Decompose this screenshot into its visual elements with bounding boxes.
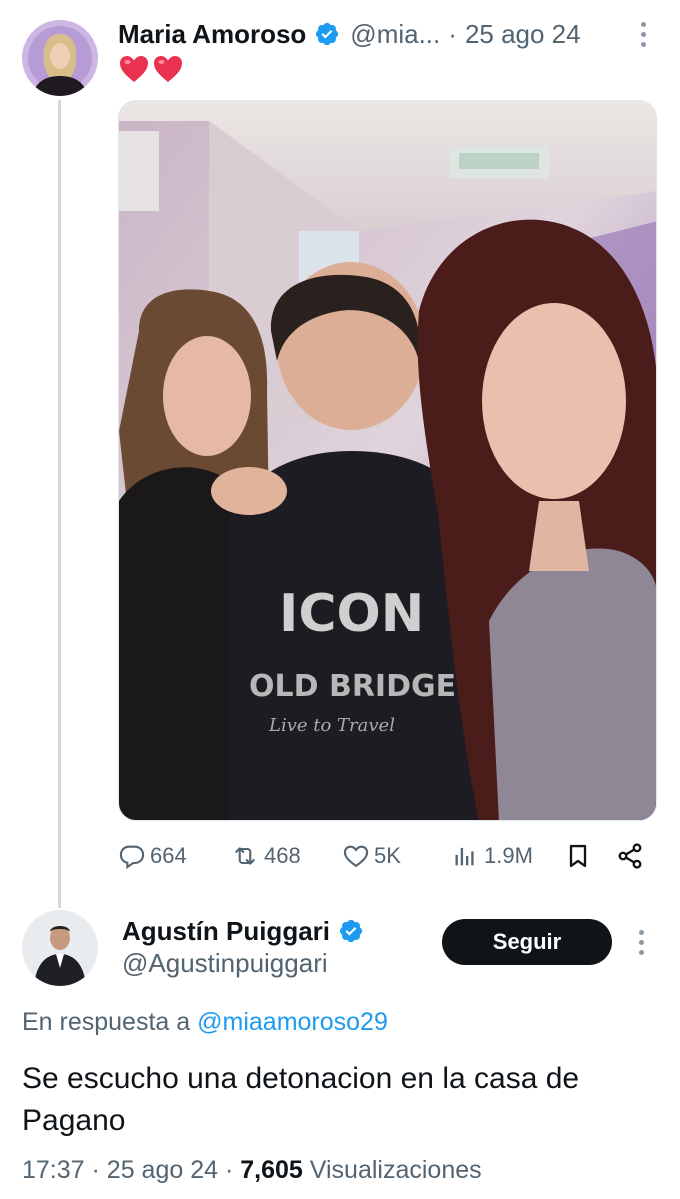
- comment-icon: [119, 845, 145, 870]
- bookmark-icon: [569, 844, 587, 868]
- views-action[interactable]: 1.9M: [452, 836, 533, 876]
- tweet-date[interactable]: 25 ago 24: [465, 19, 581, 50]
- svg-text:Live to Travel: Live to Travel: [268, 715, 395, 736]
- bookmark-action[interactable]: [564, 836, 592, 876]
- heart-emoji-icon: [120, 56, 148, 82]
- heart-emoji-icon: [154, 56, 182, 82]
- svg-text:OLD BRIDGE: OLD BRIDGE: [249, 669, 456, 704]
- reply-meta: 17:37 · 25 ago 24 · 7,605 Visualizacione…: [22, 1156, 482, 1185]
- separator-dot: ·: [448, 18, 457, 49]
- follow-button[interactable]: Seguir: [442, 919, 612, 965]
- thread-connector-line: [58, 100, 61, 908]
- separator-dot: ·: [91, 1156, 100, 1184]
- tweet-photo[interactable]: ICON OLD BRIDGE Live to Travel: [118, 100, 657, 821]
- share-icon: [618, 843, 642, 869]
- like-count: 5K: [374, 843, 401, 868]
- reply-author-row: Agustín Puiggari: [122, 912, 364, 950]
- bar-chart-icon: [455, 847, 474, 866]
- more-dots-icon[interactable]: [626, 926, 656, 958]
- verified-badge-icon: [339, 919, 363, 943]
- verified-badge-icon: [316, 22, 339, 46]
- tweet-header: Maria Amoroso @mia... · 25 ago 24: [118, 14, 658, 54]
- separator-dot: ·: [224, 1156, 234, 1184]
- tweet-actions-bar: 664 468 5K 1.9M: [118, 836, 648, 876]
- svg-text:ICON: ICON: [279, 584, 424, 644]
- reply-count: 664: [150, 843, 187, 868]
- avatar-agustin-puiggari[interactable]: [22, 910, 98, 986]
- retweet-icon: [235, 847, 255, 865]
- views-count: 1.9M: [484, 843, 533, 868]
- reply-text: Se escucho una detonacion en la casa de …: [22, 1062, 580, 1137]
- reply-author-handle[interactable]: @Agustinpuiggari: [122, 948, 328, 979]
- reply-context: En respuesta a @miaamoroso29: [22, 1008, 388, 1037]
- retweet-count: 468: [264, 843, 301, 868]
- author-name[interactable]: Maria Amoroso: [118, 19, 306, 50]
- avatar-maria-amoroso[interactable]: [22, 20, 98, 96]
- more-dots-icon[interactable]: [628, 18, 658, 50]
- reply-prefix: En respuesta a: [22, 1008, 191, 1036]
- share-action[interactable]: [616, 836, 644, 876]
- reply-date[interactable]: 25 ago 24: [107, 1156, 218, 1184]
- reply-author-name[interactable]: Agustín Puiggari: [122, 916, 330, 947]
- reply-time[interactable]: 17:37: [22, 1156, 85, 1184]
- like-action[interactable]: 5K: [342, 836, 401, 876]
- tweet-text-emoji: [118, 54, 184, 88]
- reply-views-count[interactable]: 7,605: [240, 1156, 303, 1184]
- heart-icon: [343, 845, 369, 868]
- reply-views-label[interactable]: Visualizaciones: [310, 1156, 482, 1184]
- reply-action[interactable]: 664: [118, 836, 187, 876]
- retweet-action[interactable]: 468: [230, 836, 301, 876]
- author-handle[interactable]: @mia...: [350, 19, 440, 50]
- reply-mention-link[interactable]: @miaamoroso29: [197, 1008, 388, 1036]
